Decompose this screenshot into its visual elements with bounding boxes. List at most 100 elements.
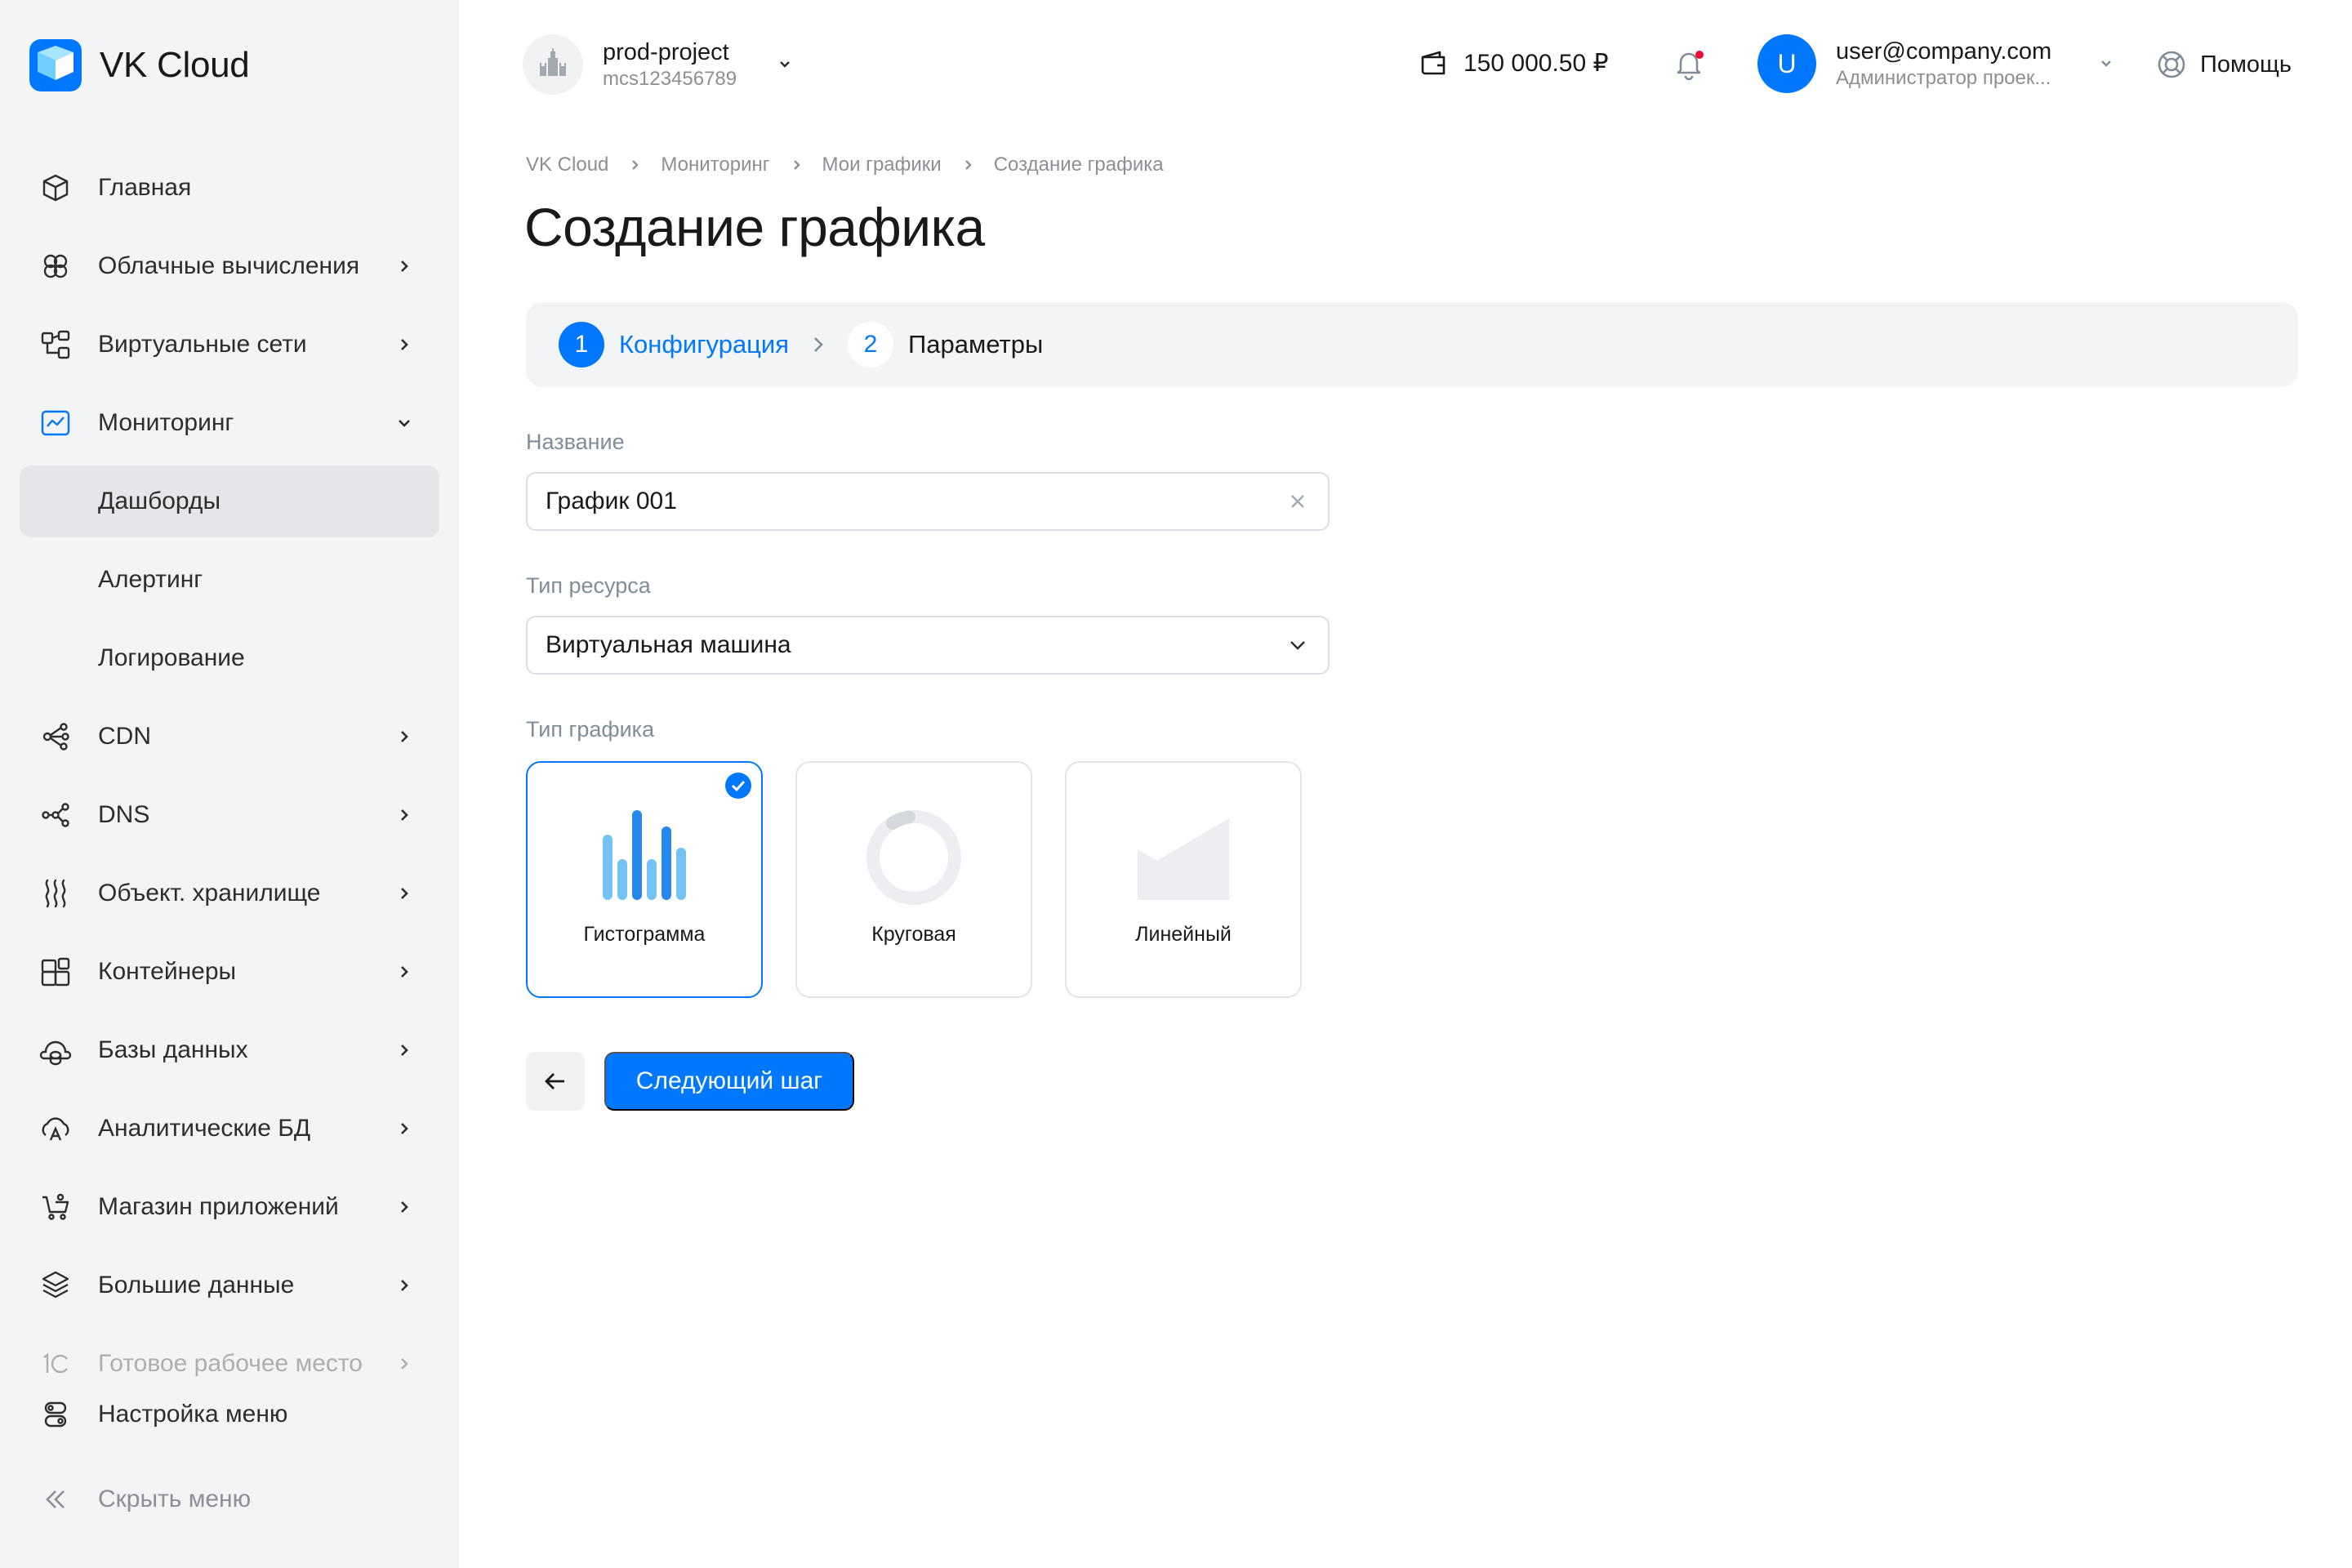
chevron-right-icon — [401, 966, 408, 978]
object-storage-icon — [38, 875, 74, 911]
step-label: Параметры — [908, 330, 1044, 359]
chart-type-pie[interactable]: Круговая — [795, 761, 1032, 998]
chevron-down-icon — [780, 61, 790, 68]
chart-type-label-text: Круговая — [871, 923, 956, 946]
sidebar-item-label: Аналитические БД — [98, 1115, 311, 1142]
chevron-right-icon — [401, 261, 408, 272]
sidebar-item-containers[interactable]: Контейнеры — [20, 936, 439, 1008]
sidebar-item-object-storage[interactable]: Объект. хранилище — [20, 858, 439, 929]
analytics-db-icon — [38, 1111, 74, 1147]
sidebar-item-virtual-networks[interactable]: Виртуальные сети — [20, 309, 439, 381]
help-button[interactable]: Помощь — [2156, 49, 2292, 80]
cloud-compute-icon — [38, 248, 74, 284]
chevron-right-icon — [401, 888, 408, 899]
chevron-right-icon — [401, 1201, 408, 1213]
sidebar-item-label: Главная — [98, 174, 192, 201]
sidebar-item-analytics-db[interactable]: Аналитические БД — [20, 1093, 439, 1165]
sidebar-item-label: DNS — [98, 801, 150, 828]
cdn-icon — [38, 719, 74, 755]
sidebar-item-app-store[interactable]: Магазин приложений — [20, 1171, 439, 1243]
logo[interactable]: VK Cloud — [29, 39, 250, 91]
logo-text: VK Cloud — [100, 45, 250, 85]
sidebar-item-logging[interactable]: Логирование — [20, 622, 439, 694]
chevron-right-icon — [401, 1123, 408, 1134]
user-menu[interactable]: U user@company.com Администратор проек..… — [1757, 34, 2117, 93]
vk-cloud-logo-icon — [29, 39, 82, 91]
sidebar-item-label: CDN — [98, 723, 151, 750]
chevron-right-icon — [814, 337, 823, 352]
chevron-right-icon — [618, 157, 651, 173]
chevron-right-icon — [401, 1045, 408, 1056]
wallet-icon — [1421, 51, 1446, 75]
user-email: user@company.com — [1836, 38, 2052, 65]
menu-settings-label: Настройка меню — [98, 1401, 288, 1428]
project-id: mcs123456789 — [603, 68, 737, 90]
balance[interactable]: 150 000.50 ₽ — [1418, 47, 1609, 78]
chevron-down-icon — [2101, 60, 2111, 67]
dns-icon — [38, 797, 74, 833]
sidebar-item-label: Контейнеры — [98, 958, 237, 985]
chart-type-label: Тип графика — [526, 717, 655, 742]
pie-chart-icon — [797, 807, 1031, 908]
sidebar-item-home[interactable]: Главная — [20, 152, 439, 224]
arrow-left-icon — [545, 1073, 564, 1089]
sidebar-item-databases[interactable]: Базы данных — [20, 1014, 439, 1086]
step-configuration[interactable]: 1 Конфигурация — [559, 322, 789, 368]
breadcrumb-item[interactable]: VK Cloud — [526, 154, 608, 176]
notifications-button[interactable] — [1671, 46, 1707, 82]
check-circle-icon — [725, 773, 751, 799]
double-chevron-left-icon — [38, 1481, 74, 1517]
breadcrumb-item[interactable]: Мониторинг — [661, 154, 769, 176]
sidebar-item-alerting[interactable]: Алертинг — [20, 544, 439, 616]
sidebar-item-big-data[interactable]: Большие данные — [20, 1250, 439, 1321]
sidebar-item-dashboards[interactable]: Дашборды — [20, 466, 439, 537]
breadcrumb-current: Создание графика — [993, 154, 1164, 176]
step-parameters[interactable]: 2 Параметры — [848, 322, 1043, 368]
notification-dot — [1695, 51, 1704, 59]
balance-value: 150 000.50 ₽ — [1463, 49, 1609, 77]
sidebar-item-label: Большие данные — [98, 1272, 295, 1298]
stepper: 1 Конфигурация 2 Параметры — [526, 302, 2298, 387]
name-field-label: Название — [526, 430, 625, 454]
sidebar-item-cloud-compute[interactable]: Облачные вычисления — [20, 230, 439, 302]
network-icon — [38, 327, 74, 363]
name-field — [526, 472, 1330, 531]
sidebar-item-label: Магазин приложений — [98, 1193, 339, 1220]
clear-icon[interactable] — [1285, 489, 1310, 514]
resource-type-value: Виртуальная машина — [546, 631, 791, 658]
toggles-icon — [38, 1396, 74, 1432]
breadcrumb-item[interactable]: Мои графики — [822, 154, 942, 176]
step-number: 1 — [559, 322, 604, 368]
sidebar-item-monitoring[interactable]: Мониторинг — [20, 387, 439, 459]
lifebuoy-icon — [2158, 51, 2185, 78]
step-number: 2 — [848, 322, 893, 368]
next-step-button[interactable]: Следующий шаг — [604, 1052, 854, 1111]
project-avatar — [523, 34, 583, 95]
resource-type-select[interactable]: Виртуальная машина — [526, 616, 1330, 675]
back-button[interactable] — [526, 1052, 585, 1111]
sidebar-item-label: Облачные вычисления — [98, 252, 360, 279]
name-input[interactable] — [546, 488, 1285, 515]
chevron-down-icon — [1290, 641, 1305, 650]
line-chart-icon — [1067, 807, 1300, 908]
chevron-right-icon — [401, 731, 408, 742]
chevron-right-icon — [401, 809, 408, 821]
histogram-icon — [528, 807, 761, 908]
database-icon — [38, 1032, 74, 1068]
chart-type-label-text: Гистограмма — [583, 923, 706, 946]
sidebar-item-label: Алертинг — [98, 566, 203, 593]
project-name: prod-project — [603, 39, 729, 65]
chart-type-line[interactable]: Линейный — [1065, 761, 1302, 998]
chart-type-histogram[interactable]: Гистограмма — [526, 761, 763, 998]
menu-settings-button[interactable]: Настройка меню — [20, 1379, 439, 1450]
project-selector[interactable]: prod-project mcs123456789 — [523, 34, 795, 95]
chevron-down-icon — [399, 420, 410, 427]
sidebar: VK Cloud Главная Облачные вычисления Вир… — [0, 0, 459, 1568]
sidebar-item-label: Виртуальные сети — [98, 331, 307, 358]
sidebar-item-dns[interactable]: DNS — [20, 779, 439, 851]
chevron-right-icon — [401, 1358, 408, 1370]
hide-menu-button[interactable]: Скрыть меню — [20, 1463, 439, 1535]
chevron-right-icon — [401, 339, 408, 350]
sidebar-item-cdn[interactable]: CDN — [20, 701, 439, 773]
1c-icon — [38, 1346, 74, 1382]
